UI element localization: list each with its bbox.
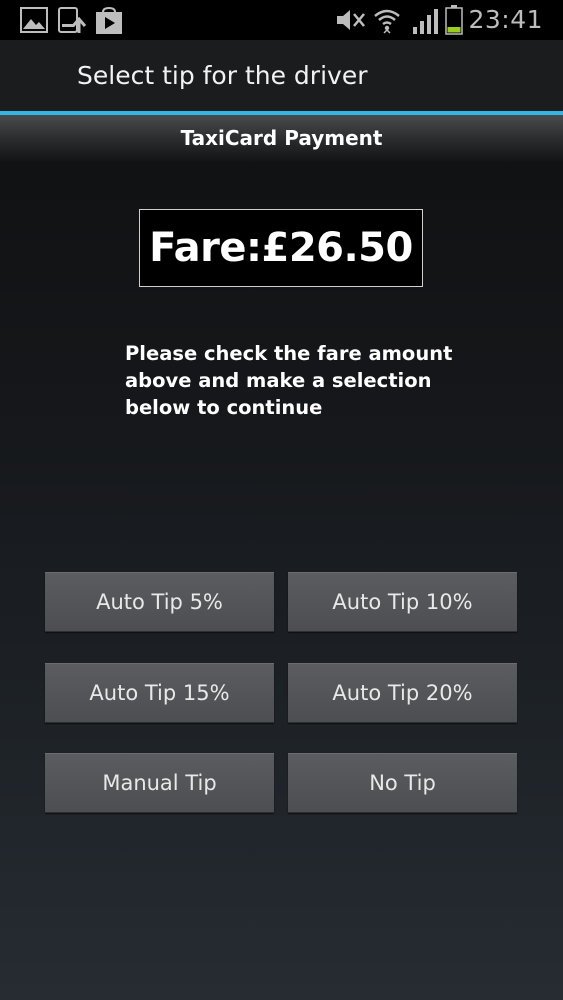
fare-display: Fare:£26.50: [139, 209, 423, 287]
status-bar: 23:41: [0, 0, 563, 40]
signal-icon: [412, 7, 440, 39]
auto-tip-5-button[interactable]: Auto Tip 5%: [45, 572, 274, 632]
instructions-line: below to continue: [125, 396, 323, 419]
play-store-icon: [95, 6, 123, 39]
section-title: TaxiCard Payment: [180, 126, 383, 150]
instructions-line: above and make a selection: [125, 369, 432, 392]
manual-tip-button[interactable]: Manual Tip: [45, 753, 274, 813]
instructions-text: Please check the fare amount above and m…: [125, 340, 455, 421]
auto-tip-20-button[interactable]: Auto Tip 20%: [288, 663, 517, 723]
instructions-line: Please check the fare amount: [125, 342, 453, 365]
status-time: 23:41: [468, 5, 543, 34]
auto-tip-10-button[interactable]: Auto Tip 10%: [288, 572, 517, 632]
no-tip-button[interactable]: No Tip: [288, 753, 517, 813]
mute-icon: [335, 7, 367, 37]
auto-tip-15-button[interactable]: Auto Tip 15%: [45, 663, 274, 723]
gallery-icon: [20, 7, 48, 37]
page-title: Select tip for the driver: [77, 61, 368, 90]
wifi-icon: [373, 7, 401, 39]
battery-icon: [445, 5, 463, 39]
fare-amount: Fare:£26.50: [149, 225, 413, 271]
upload-icon: [57, 7, 87, 39]
